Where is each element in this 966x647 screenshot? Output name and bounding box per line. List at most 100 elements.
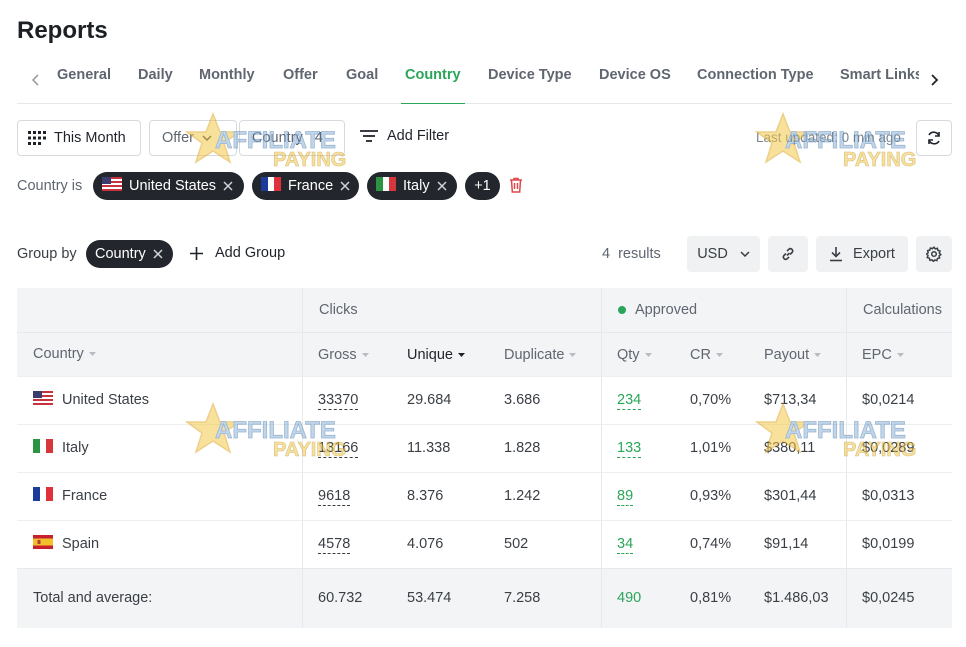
plus-icon: [190, 246, 203, 260]
close-icon[interactable]: [153, 249, 163, 259]
date-range-button[interactable]: This Month: [17, 120, 141, 156]
copy-link-button[interactable]: [768, 236, 808, 272]
cr-value: 0,93%: [690, 488, 732, 504]
country-filter-button[interactable]: Country 4: [239, 120, 345, 156]
tab-general[interactable]: General: [57, 67, 111, 104]
chip-label: Country: [95, 246, 146, 262]
qty-value[interactable]: 133: [617, 440, 642, 458]
close-icon[interactable]: [437, 181, 447, 191]
sort-icon: [88, 352, 96, 356]
watermark-text: PAYING: [843, 149, 916, 171]
qty-value[interactable]: 89: [617, 488, 634, 506]
epc-value: $0,0214: [862, 392, 915, 408]
group-header-clicks: Clicks: [319, 302, 358, 318]
tabs-scroll-left-icon[interactable]: [26, 68, 46, 92]
gross-value[interactable]: 33370: [318, 392, 359, 410]
link-icon: [780, 246, 796, 262]
country-filter-prefix: Country is: [17, 178, 83, 194]
tab-connection-type[interactable]: Connection Type: [697, 67, 814, 104]
tab-daily[interactable]: Daily: [138, 67, 173, 104]
chip-more-countries[interactable]: +1: [465, 172, 500, 200]
epc-value: $0,0313: [862, 488, 915, 504]
column-label: EPC: [862, 347, 892, 363]
table-settings-button[interactable]: [916, 236, 952, 272]
report-tabs: General Daily Monthly Offer Goal Country…: [17, 58, 952, 104]
total-cr: 0,81%: [690, 590, 732, 606]
country-name: Italy: [62, 440, 89, 456]
column-header-epc[interactable]: EPC: [862, 347, 904, 363]
tab-smart-links[interactable]: Smart Links: [840, 67, 919, 104]
results-count: 4 results: [602, 246, 661, 262]
page-title: Reports: [17, 17, 108, 44]
unique-value: 8.376: [407, 488, 444, 504]
tabs-scroll-right-icon[interactable]: [924, 68, 944, 92]
tab-list: General Daily Monthly Offer Goal Country…: [57, 58, 919, 104]
group-header-calculations: Calculations: [863, 302, 942, 318]
close-icon[interactable]: [340, 181, 350, 191]
column-label: Qty: [617, 347, 640, 363]
country-cell: United States: [33, 391, 149, 409]
country-cell: France: [33, 487, 107, 505]
total-label: Total and average:: [33, 590, 153, 606]
column-header-qty[interactable]: Qty: [617, 347, 652, 363]
table-column-header: Gross Unique Duplicate Qty CR Payout EPC: [17, 332, 952, 376]
trash-icon[interactable]: [509, 177, 523, 193]
duplicate-value: 3.686: [504, 392, 541, 408]
column-header-country[interactable]: Country: [33, 346, 96, 362]
tab-device-os[interactable]: Device OS: [599, 67, 671, 104]
cr-value: 1,01%: [690, 440, 732, 456]
epc-value: $0,0289: [862, 440, 915, 456]
add-group-button[interactable]: Add Group: [190, 245, 285, 261]
column-header-gross[interactable]: Gross: [318, 347, 369, 363]
column-label: Payout: [764, 347, 810, 363]
total-epc: $0,0245: [862, 590, 915, 606]
table-total-row: Total and average: 60.732 53.474 7.258 4…: [17, 568, 952, 628]
tab-offer[interactable]: Offer: [283, 67, 318, 104]
total-gross: 60.732: [318, 590, 363, 606]
column-header-cr[interactable]: CR: [690, 347, 723, 363]
column-header-unique[interactable]: Unique: [407, 347, 465, 363]
chip-label: France: [288, 178, 334, 194]
country-filter-label: Country: [252, 130, 303, 146]
country-cell: Italy: [33, 439, 89, 457]
country-name: United States: [62, 392, 150, 408]
qty-value[interactable]: 34: [617, 536, 634, 554]
duplicate-value: 1.828: [504, 440, 541, 456]
unique-value: 4.076: [407, 536, 444, 552]
sort-icon: [361, 353, 369, 357]
flag-it-icon: [376, 177, 396, 195]
add-filter-button[interactable]: Add Filter: [360, 128, 449, 144]
chevron-down-icon: [202, 135, 212, 141]
chip-france: France: [252, 172, 359, 200]
refresh-icon: [926, 130, 942, 146]
tab-country[interactable]: Country: [401, 67, 465, 104]
column-header-payout[interactable]: Payout: [764, 347, 822, 363]
flag-es-icon: [33, 535, 53, 553]
last-updated-text: Last updated: 0 min ago: [756, 130, 901, 145]
column-divider: [302, 288, 303, 628]
refresh-button[interactable]: [916, 120, 952, 156]
calendar-grid-icon: [28, 131, 46, 145]
export-button[interactable]: Export: [816, 236, 908, 272]
gross-value[interactable]: 9618: [318, 488, 351, 506]
column-label: Unique: [407, 347, 453, 363]
report-table: Clicks Approved Calculations Gross Uniqu…: [17, 288, 952, 628]
gross-value[interactable]: 13166: [318, 440, 359, 458]
tab-monthly[interactable]: Monthly: [199, 67, 255, 104]
qty-value[interactable]: 234: [617, 392, 642, 410]
sort-icon: [896, 353, 904, 357]
flag-fr-icon: [261, 177, 281, 195]
duplicate-value: 1.242: [504, 488, 541, 504]
tab-device-type[interactable]: Device Type: [488, 67, 572, 104]
gross-value[interactable]: 4578: [318, 536, 351, 554]
currency-select[interactable]: USD: [687, 236, 760, 272]
sort-icon: [715, 353, 723, 357]
close-icon[interactable]: [223, 181, 233, 191]
offer-filter-button[interactable]: Offer: [149, 120, 237, 156]
unique-value: 29.684: [407, 392, 452, 408]
download-icon: [829, 246, 843, 262]
chip-label: United States: [129, 178, 217, 194]
sort-desc-icon: [457, 353, 465, 357]
column-header-duplicate[interactable]: Duplicate: [504, 347, 577, 363]
tab-goal[interactable]: Goal: [346, 67, 378, 104]
